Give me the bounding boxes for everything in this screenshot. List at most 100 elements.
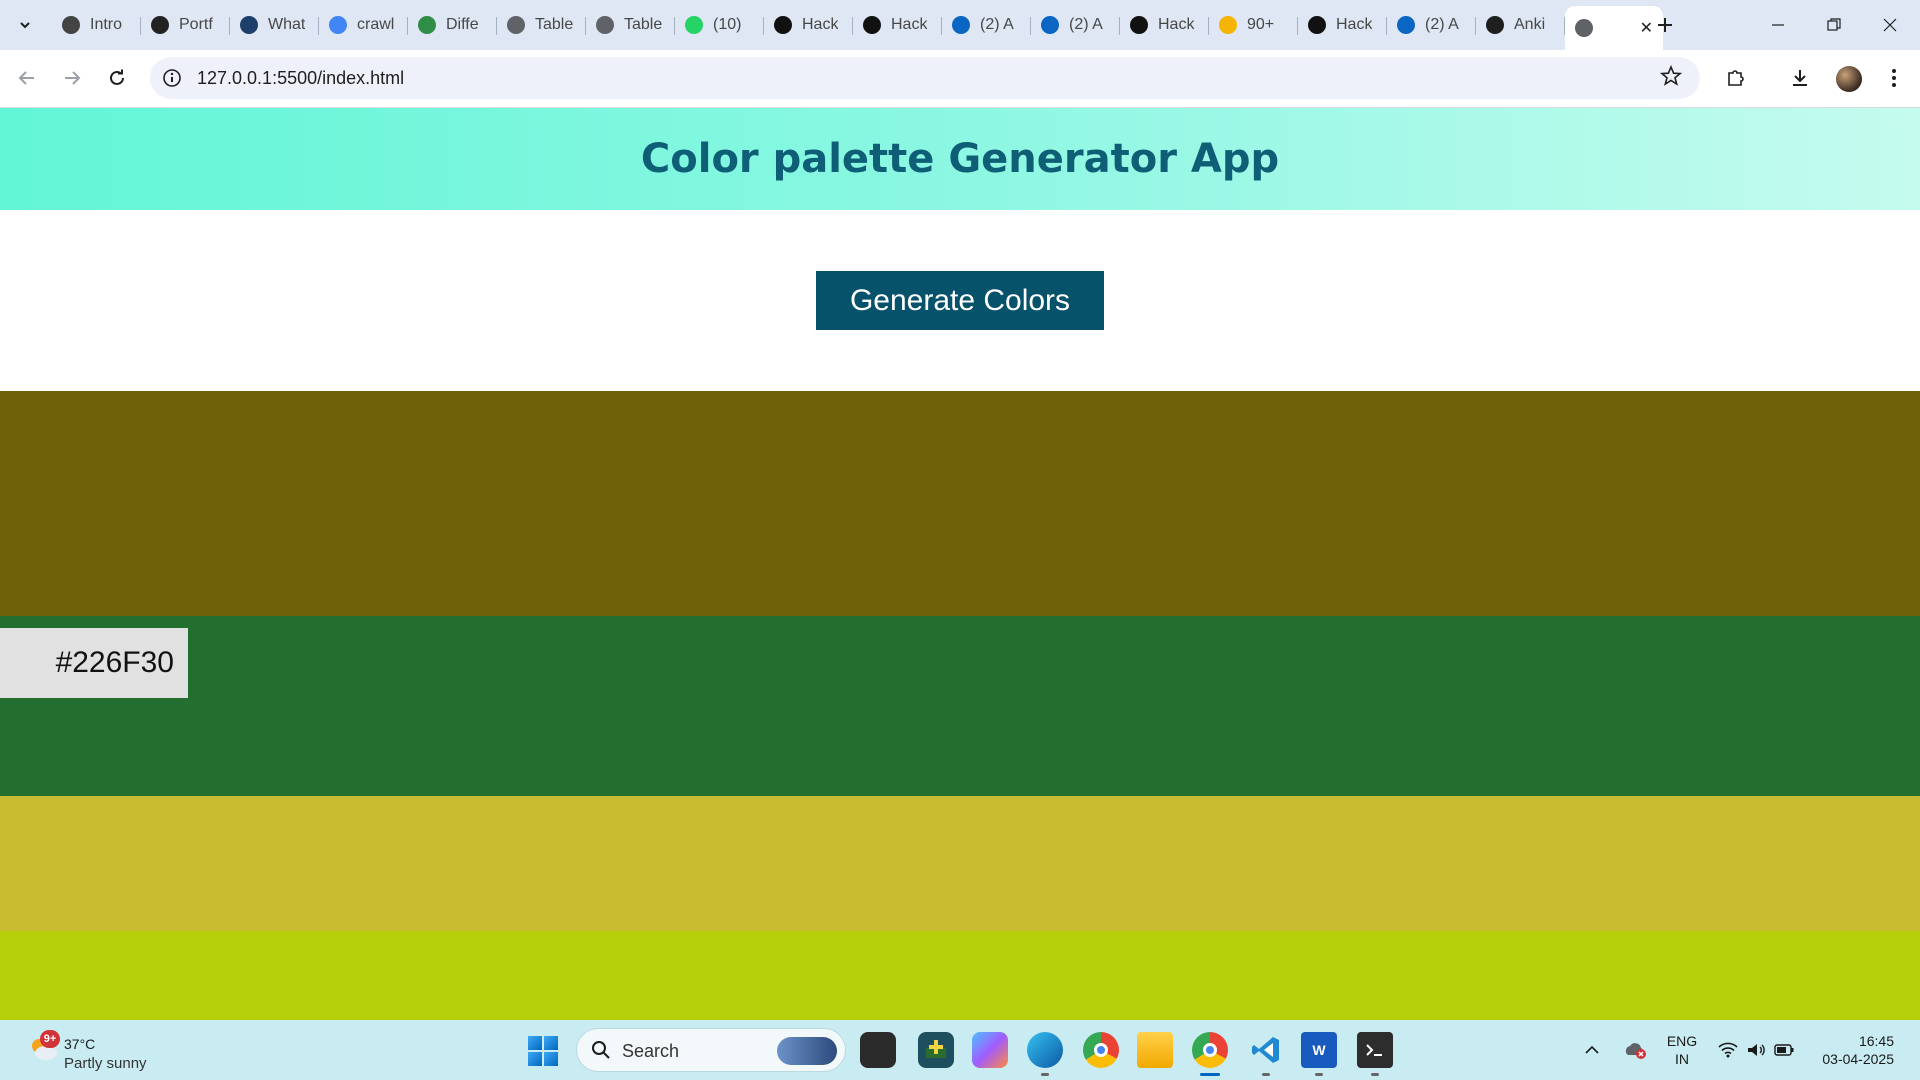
gfg-icon	[418, 16, 436, 34]
vscode-icon[interactable]	[1248, 1032, 1284, 1076]
hex-code-label: #226F30	[0, 628, 188, 698]
active-browser-tab[interactable]: ✕	[1565, 6, 1663, 50]
contacts-app-icon[interactable]	[918, 1032, 954, 1068]
volume-icon	[1748, 1044, 1765, 1056]
taskbar-search[interactable]: Search	[576, 1028, 846, 1072]
star-icon	[1659, 64, 1683, 86]
whatsapp-icon	[685, 16, 703, 34]
menu-button[interactable]	[1876, 60, 1912, 96]
tab-title: Hack	[802, 16, 839, 33]
tab-title: Anki	[1514, 16, 1546, 33]
weather-temperature: 37°C	[64, 1036, 96, 1052]
battery-icon	[1774, 1044, 1794, 1056]
tab-title: Hack	[891, 16, 928, 33]
address-bar[interactable]: 127.0.0.1:5500/index.html	[150, 57, 1700, 99]
browser-tab[interactable]: Table	[497, 6, 586, 44]
start-button[interactable]	[528, 1036, 558, 1066]
url-text[interactable]: 127.0.0.1:5500/index.html	[197, 68, 404, 89]
browser-tab[interactable]: (2) A	[1387, 6, 1476, 44]
color-strip-4[interactable]	[0, 931, 1920, 1020]
page-viewport: Color palette Generator App Generate Col…	[0, 108, 1920, 1020]
browser-tab[interactable]: crawl	[319, 6, 408, 44]
generate-colors-button[interactable]: Generate Colors	[816, 271, 1104, 330]
region-code: IN	[1675, 1051, 1689, 1067]
close-window-button[interactable]	[1862, 0, 1918, 50]
linkedin-icon	[952, 16, 970, 34]
onedrive-status-button[interactable]	[1620, 1020, 1650, 1080]
plus-icon	[1658, 18, 1672, 32]
task-view-icon[interactable]	[860, 1032, 896, 1068]
color-strip-2[interactable]: #226F30	[0, 616, 1920, 796]
input-language-indicator[interactable]: ENG IN	[1662, 1032, 1702, 1068]
openai-icon	[151, 16, 169, 34]
file-explorer-icon[interactable]	[1137, 1032, 1173, 1068]
cloud-error-icon	[1625, 1043, 1646, 1059]
color-strip-1[interactable]	[0, 391, 1920, 616]
windows-taskbar: 9+ 37°C Partly sunny Search W ENG IN 16:…	[0, 1020, 1920, 1080]
close-icon	[1883, 18, 1897, 32]
browser-tab[interactable]: Anki	[1476, 6, 1565, 44]
clock-time: 16:45	[1858, 1033, 1894, 1049]
chevron-down-icon	[20, 22, 30, 29]
browser-tab[interactable]: (2) A	[1031, 6, 1120, 44]
bookmark-star-button[interactable]	[1659, 64, 1683, 93]
google-icon	[329, 16, 347, 34]
weather-widget[interactable]: 9+ 37°C Partly sunny	[24, 1030, 184, 1072]
browser-tab[interactable]: Hack	[1298, 6, 1387, 44]
tab-title: Diffe	[446, 16, 479, 33]
download-icon	[1793, 70, 1807, 86]
browser-tab[interactable]: Table	[586, 6, 675, 44]
browser-tab[interactable]: Hack	[853, 6, 942, 44]
browser-tab[interactable]: (2) A	[942, 6, 1031, 44]
system-clock[interactable]: 16:45 03-04-2025	[1808, 1032, 1894, 1068]
copilot-icon[interactable]	[972, 1032, 1008, 1068]
search-highlight-image	[777, 1037, 837, 1065]
app-header: Color palette Generator App	[0, 108, 1920, 210]
minimize-button[interactable]	[1750, 0, 1806, 50]
arrow-right-icon	[65, 71, 81, 85]
restore-icon	[1827, 18, 1841, 31]
tab-search-button[interactable]	[8, 10, 42, 40]
browser-tabstrip: Intro Portf What crawl Diffe Table Table (10) Ha…	[0, 0, 1920, 50]
word-icon[interactable]: W	[1301, 1032, 1337, 1076]
chrome-active-icon[interactable]	[1192, 1032, 1228, 1076]
tab-title: Intro	[90, 16, 123, 33]
downloads-button[interactable]	[1782, 60, 1818, 96]
site-info-icon[interactable]	[162, 68, 182, 88]
browser-tab[interactable]: (10)	[675, 6, 764, 44]
back-button[interactable]	[9, 60, 45, 96]
more-vertical-icon	[1892, 69, 1896, 87]
browser-tab[interactable]: 90+	[1209, 6, 1298, 44]
terminal-icon[interactable]	[1357, 1032, 1393, 1076]
clock-date: 03-04-2025	[1822, 1051, 1894, 1067]
forward-button[interactable]	[54, 60, 90, 96]
linkedin-icon	[1397, 16, 1415, 34]
browser-tab[interactable]: Intro	[52, 6, 141, 44]
tab-title: (2) A	[1425, 16, 1459, 33]
browser-tab[interactable]: Diffe	[408, 6, 497, 44]
tab-title: 90+	[1247, 16, 1275, 33]
terminal-prompt-icon	[1366, 1044, 1382, 1056]
quick-settings-button[interactable]	[1716, 1020, 1796, 1080]
restore-button[interactable]	[1806, 0, 1862, 50]
browser-tab[interactable]: What	[230, 6, 319, 44]
tab-title: What	[268, 16, 306, 33]
chrome-icon[interactable]	[1083, 1032, 1119, 1068]
chevron-up-icon	[1585, 1045, 1599, 1054]
browser-tab[interactable]: Hack	[1120, 6, 1209, 44]
tab-title: Table	[624, 16, 663, 33]
reload-button[interactable]	[99, 60, 135, 96]
hackerrank-icon	[1130, 16, 1148, 34]
edge-icon[interactable]	[1027, 1032, 1063, 1076]
browser-tab[interactable]: Portf	[141, 6, 230, 44]
word-letter-icon: W	[1312, 1042, 1326, 1058]
color-strip-3[interactable]	[0, 796, 1920, 931]
hackerrank-icon	[863, 16, 881, 34]
extensions-button[interactable]	[1718, 60, 1754, 96]
tray-overflow-button[interactable]	[1580, 1020, 1604, 1080]
globe-icon	[507, 16, 525, 34]
browser-tab[interactable]: Hack	[764, 6, 853, 44]
profile-avatar[interactable]	[1836, 66, 1862, 92]
globe-icon	[596, 16, 614, 34]
new-tab-button[interactable]	[1650, 10, 1680, 40]
